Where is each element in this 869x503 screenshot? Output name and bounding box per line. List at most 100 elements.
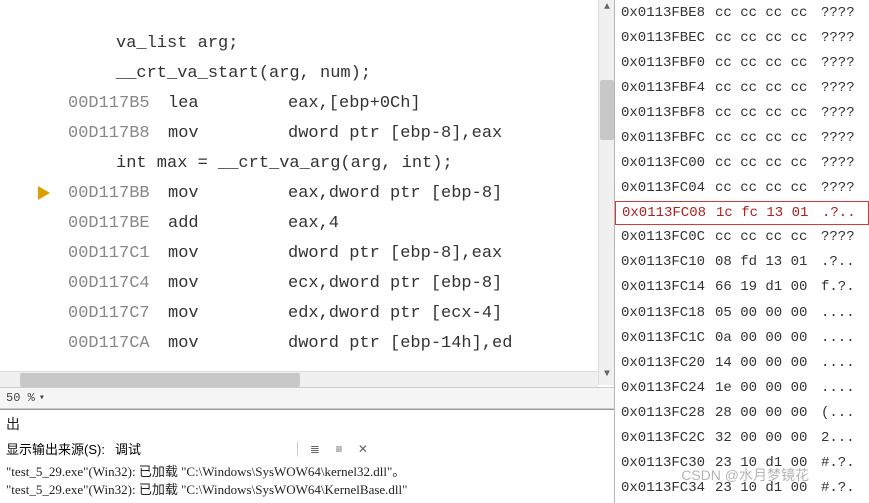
memory-row[interactable]: 0x0113FBF4cc cc cc cc???? <box>615 75 869 100</box>
memory-row[interactable]: 0x0113FBF0cc cc cc cc???? <box>615 50 869 75</box>
scrollbar-thumb[interactable] <box>20 373 300 387</box>
scrollbar-thumb[interactable] <box>600 80 614 140</box>
address: 00D117BB <box>56 184 168 203</box>
memory-row[interactable]: 0x0113FC3023 10 d1 00#.?. <box>615 451 869 476</box>
address: 00D117C4 <box>56 274 168 293</box>
memory-row[interactable]: 0x0113FC1466 19 d1 00f.?. <box>615 275 869 300</box>
memory-bytes: 14 00 00 00 <box>715 355 821 371</box>
source-line[interactable]: int max = __crt_va_arg(arg, int); <box>0 148 614 178</box>
memory-bytes: 1c fc 13 01 <box>716 205 822 221</box>
memory-row[interactable]: 0x0113FC081c fc 13 01.?.. <box>615 201 869 225</box>
memory-address: 0x0113FC0C <box>621 229 715 245</box>
memory-ascii: ???? <box>821 5 855 21</box>
memory-address: 0x0113FC28 <box>621 405 715 421</box>
memory-ascii: #.?. <box>821 480 855 496</box>
address: 00D117CA <box>56 334 168 353</box>
memory-address: 0x0113FC18 <box>621 305 715 321</box>
memory-bytes: cc cc cc cc <box>715 5 821 21</box>
gutter[interactable] <box>0 186 56 200</box>
memory-bytes: 66 19 d1 00 <box>715 279 821 295</box>
memory-ascii: ???? <box>821 105 855 121</box>
asm-line[interactable]: 00D117BEaddeax,4 <box>0 208 614 238</box>
memory-row[interactable]: 0x0113FC1008 fd 13 01.?.. <box>615 250 869 275</box>
memory-bytes: 05 00 00 00 <box>715 305 821 321</box>
memory-row[interactable]: 0x0113FC241e 00 00 00.... <box>615 375 869 400</box>
memory-row[interactable]: 0x0113FBFCcc cc cc cc???? <box>615 125 869 150</box>
scroll-up-icon[interactable]: ▲ <box>600 2 614 16</box>
zoom-bar: 50 % ▾ <box>0 387 614 409</box>
memory-row[interactable]: 0x0113FC1C0a 00 00 00.... <box>615 325 869 350</box>
horizontal-scrollbar[interactable] <box>0 371 598 387</box>
memory-address: 0x0113FC24 <box>621 380 715 396</box>
output-icon-1[interactable]: ≣ <box>307 441 323 457</box>
memory-row[interactable]: 0x0113FC00cc cc cc cc???? <box>615 151 869 176</box>
memory-row[interactable]: 0x0113FC1805 00 00 00.... <box>615 300 869 325</box>
source-line[interactable]: __crt_va_start(arg, num); <box>0 58 614 88</box>
address: 00D117C1 <box>56 244 168 263</box>
memory-ascii: ???? <box>821 80 855 96</box>
separator <box>297 441 299 457</box>
memory-address: 0x0113FC14 <box>621 279 715 295</box>
memory-row[interactable]: 0x0113FC2C32 00 00 002... <box>615 426 869 451</box>
operands: dword ptr [ebp-14h],ed <box>288 334 512 353</box>
memory-bytes: 08 fd 13 01 <box>715 254 821 270</box>
memory-bytes: cc cc cc cc <box>715 105 821 121</box>
memory-bytes: 28 00 00 00 <box>715 405 821 421</box>
operands: eax,4 <box>288 214 339 233</box>
memory-bytes: 23 10 d1 00 <box>715 455 821 471</box>
asm-line[interactable]: 00D117C1movdword ptr [ebp-8],eax <box>0 238 614 268</box>
current-line-arrow-icon <box>38 186 50 200</box>
scroll-down-icon[interactable]: ▼ <box>600 369 614 383</box>
memory-row[interactable]: 0x0113FC2828 00 00 00(... <box>615 400 869 425</box>
mnemonic: mov <box>168 274 288 293</box>
asm-line[interactable]: 00D117C7movedx,dword ptr [ecx-4] <box>0 298 614 328</box>
zoom-dropdown-icon[interactable]: ▾ <box>39 392 45 404</box>
operands: dword ptr [ebp-8],eax <box>288 244 502 263</box>
memory-address: 0x0113FC2C <box>621 430 715 446</box>
zoom-value[interactable]: 50 % <box>6 391 35 405</box>
mnemonic: mov <box>168 244 288 263</box>
memory-address: 0x0113FC08 <box>622 205 716 221</box>
memory-pane: 0x0113FBE8cc cc cc cc????0x0113FBECcc cc… <box>614 0 869 503</box>
mnemonic: mov <box>168 334 288 353</box>
mnemonic: mov <box>168 184 288 203</box>
output-source-label: 显示输出来源(S): <box>6 439 105 458</box>
memory-row[interactable]: 0x0113FBF8cc cc cc cc???? <box>615 100 869 125</box>
operands: edx,dword ptr [ecx-4] <box>288 304 502 323</box>
memory-row[interactable]: 0x0113FC2014 00 00 00.... <box>615 350 869 375</box>
asm-line[interactable]: 00D117CAmovdword ptr [ebp-14h],ed <box>0 328 614 358</box>
output-source-value: 调试 <box>115 439 141 458</box>
memory-bytes: 23 10 d1 00 <box>715 480 821 496</box>
memory-address: 0x0113FC30 <box>621 455 715 471</box>
asm-line[interactable]: 00D117B5leaeax,[ebp+0Ch] <box>0 88 614 118</box>
memory-address: 0x0113FC1C <box>621 330 715 346</box>
memory-ascii: .?.. <box>822 205 856 221</box>
output-source-select[interactable]: 调试 <box>109 438 289 459</box>
output-icon-2[interactable]: ≡ <box>331 441 347 457</box>
source-text: int max = __crt_va_arg(arg, int); <box>56 154 453 173</box>
memory-ascii: .?.. <box>821 254 855 270</box>
memory-bytes: 32 00 00 00 <box>715 430 821 446</box>
source-text: __crt_va_start(arg, num); <box>56 64 371 83</box>
operands: dword ptr [ebp-8],eax <box>288 124 502 143</box>
asm-line[interactable]: 00D117C4movecx,dword ptr [ebp-8] <box>0 268 614 298</box>
address: 00D117B8 <box>56 124 168 143</box>
output-clear-icon[interactable]: ✕ <box>355 441 371 457</box>
memory-ascii: ???? <box>821 30 855 46</box>
operands: ecx,dword ptr [ebp-8] <box>288 274 502 293</box>
asm-line[interactable]: 00D117BBmoveax,dword ptr [ebp-8] <box>0 178 614 208</box>
source-line[interactable]: va_list arg; <box>0 28 614 58</box>
memory-ascii: .... <box>821 380 855 396</box>
vertical-scrollbar[interactable]: ▲ ▼ <box>598 0 614 385</box>
memory-row[interactable]: 0x0113FC3423 10 d1 00#.?. <box>615 476 869 501</box>
memory-row[interactable]: 0x0113FC0Ccc cc cc cc???? <box>615 225 869 250</box>
memory-row[interactable]: 0x0113FBECcc cc cc cc???? <box>615 25 869 50</box>
memory-address: 0x0113FC04 <box>621 180 715 196</box>
mnemonic: mov <box>168 124 288 143</box>
asm-line[interactable]: 00D117B8movdword ptr [ebp-8],eax <box>0 118 614 148</box>
memory-address: 0x0113FBF0 <box>621 55 715 71</box>
memory-ascii: .... <box>821 305 855 321</box>
memory-row[interactable]: 0x0113FC04cc cc cc cc???? <box>615 176 869 201</box>
address: 00D117BE <box>56 214 168 233</box>
memory-row[interactable]: 0x0113FBE8cc cc cc cc???? <box>615 0 869 25</box>
